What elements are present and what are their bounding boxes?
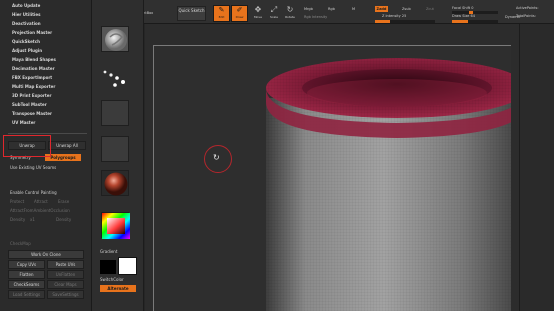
separator: [8, 133, 87, 134]
material-thumbnail[interactable]: [101, 170, 129, 196]
material-sphere-icon: [104, 172, 128, 196]
copy-uvs-button[interactable]: Copy UVs: [8, 260, 45, 269]
switch-color-button[interactable]: SwitchColor: [100, 276, 124, 284]
highlight-annotation: [3, 135, 51, 157]
load-settings-button[interactable]: Load Settings: [8, 290, 45, 299]
menu-item-deactivation[interactable]: Deactivation: [12, 20, 41, 27]
clear-maps-button[interactable]: Clear Maps: [47, 280, 84, 289]
menu-item-transpose-master[interactable]: Transpose Master: [12, 110, 52, 117]
mrgb-button[interactable]: Mrgb: [304, 7, 313, 11]
alpha-thumbnail[interactable]: [101, 100, 129, 126]
z-intensity-fill: [375, 20, 390, 23]
draw-size-fill: [452, 20, 468, 23]
save-settings-button[interactable]: SaveSettings: [47, 290, 84, 299]
flatten-button[interactable]: Flatten: [8, 270, 45, 279]
active-points-readout: ActivePoints:: [516, 6, 539, 10]
move-label: Move: [253, 15, 263, 19]
paste-uvs-button[interactable]: Paste UVs: [47, 260, 84, 269]
right-shelf: [519, 24, 554, 311]
brush-icon: [105, 29, 127, 51]
color-picker[interactable]: [101, 212, 130, 239]
density-value[interactable]: x1: [30, 216, 35, 224]
menu-item-auto-update[interactable]: Auto Update: [12, 2, 40, 9]
checkmap-button[interactable]: CheckMap: [10, 240, 31, 248]
menu-item-maya-blend-shapes[interactable]: Maya Blend Shapes: [12, 56, 56, 63]
menu-item-3d-print-exporter[interactable]: 3D Print Exporter: [12, 92, 51, 99]
menu-item-adjust-plugin[interactable]: Adjust Plugin: [12, 47, 42, 54]
menu-item-decimation-master[interactable]: Decimation Master: [12, 65, 55, 72]
use-existing-uv-seams-toggle[interactable]: Use Existing UV Seams: [10, 164, 56, 172]
zsub-button[interactable]: Zsub: [402, 7, 411, 11]
m-button[interactable]: M: [352, 7, 355, 11]
menu-item-hier-utilities[interactable]: Hier Utilities: [12, 11, 40, 18]
menu-item-multi-map-exporter[interactable]: Multi Map Exporter: [12, 83, 55, 90]
zadd-button[interactable]: Zadd: [375, 6, 388, 12]
menu-item-quicksketch[interactable]: QuickSketch: [12, 38, 40, 45]
rotate-icon: ↻: [286, 5, 294, 14]
scale-mode-button[interactable]: ⤢ Scale: [267, 5, 281, 22]
density-label: Density: [10, 217, 26, 222]
z-intensity-slider[interactable]: Z Intensity 25: [382, 14, 406, 18]
rgb-button[interactable]: Rgb: [328, 7, 335, 11]
cylinder-mesh: [266, 58, 511, 311]
texture-thumbnail[interactable]: [101, 136, 129, 162]
move-mode-button[interactable]: ✥ Move: [251, 5, 265, 22]
focal-shift-slider[interactable]: Focal Shift 0: [452, 6, 473, 10]
main-color-swatch[interactable]: [118, 257, 137, 275]
work-on-clone-button[interactable]: Work On Clone: [8, 250, 84, 259]
gradient-toggle[interactable]: Gradient: [100, 248, 117, 256]
enable-control-painting-toggle[interactable]: Enable Control Painting: [10, 189, 57, 197]
draw-mode-button[interactable]: ✐ Draw: [231, 5, 248, 22]
menu-item-fbx-exportimport[interactable]: FBX ExportImport: [12, 74, 52, 81]
rgb-intensity-slider[interactable]: Rgb Intensity: [304, 15, 327, 19]
draw-label: Draw: [235, 15, 244, 19]
document-canvas[interactable]: [153, 45, 511, 311]
edit-mode-button[interactable]: ✎ Edit: [213, 5, 230, 22]
density-slider[interactable]: Density: [56, 216, 71, 224]
scale-icon: ⤢: [270, 5, 278, 14]
edit-label: Edit: [218, 15, 225, 19]
rotate-mode-button[interactable]: ↻ Rotate: [283, 5, 297, 22]
draw-icon: ✐: [236, 6, 243, 14]
menu-item-projection-master[interactable]: Projection Master: [12, 29, 52, 36]
alternate-toggle[interactable]: Alternate: [100, 285, 136, 292]
attract-button[interactable]: Attract: [34, 198, 48, 206]
dots-stroke-icon: [103, 70, 125, 87]
total-points-readout: TotalPoints:: [516, 14, 536, 18]
brush-thumbnail[interactable]: [101, 26, 129, 52]
zcut-button[interactable]: Zcut: [426, 7, 434, 11]
plugin-panel: Auto Update Hier Utilities Deactivation …: [0, 0, 92, 311]
edit-icon: ✎: [218, 6, 225, 14]
stroke-thumbnail[interactable]: [101, 63, 129, 89]
secondary-color-swatch[interactable]: [100, 260, 116, 274]
check-seams-button[interactable]: CheckSeams: [8, 280, 45, 289]
unflatten-button[interactable]: UnFlatten: [47, 270, 84, 279]
move-icon: ✥: [254, 5, 262, 14]
quick-sketch-button[interactable]: Quick Sketch: [177, 6, 206, 21]
top-toolbar: Projection Master LightBox Quick Sketch …: [92, 0, 554, 24]
rotate-label: Rotate: [285, 15, 295, 19]
attract-from-ao-button[interactable]: AttractFromAmbientOcclusion: [10, 207, 70, 215]
unwrap-all-button[interactable]: Unwrap All: [48, 141, 86, 150]
menu-item-subtool-master[interactable]: SubTool Master: [12, 101, 47, 108]
color-wheel-icon: [102, 213, 130, 239]
rotate-cursor-icon: ↻: [213, 153, 220, 162]
protect-button[interactable]: Protect: [10, 198, 24, 206]
brush-cursor: ↻: [204, 145, 232, 173]
scale-label: Scale: [269, 15, 279, 19]
menu-item-uv-master[interactable]: UV Master: [12, 119, 35, 126]
erase-button[interactable]: Erase: [58, 198, 69, 206]
draw-size-slider[interactable]: Draw Size 64: [452, 14, 475, 18]
